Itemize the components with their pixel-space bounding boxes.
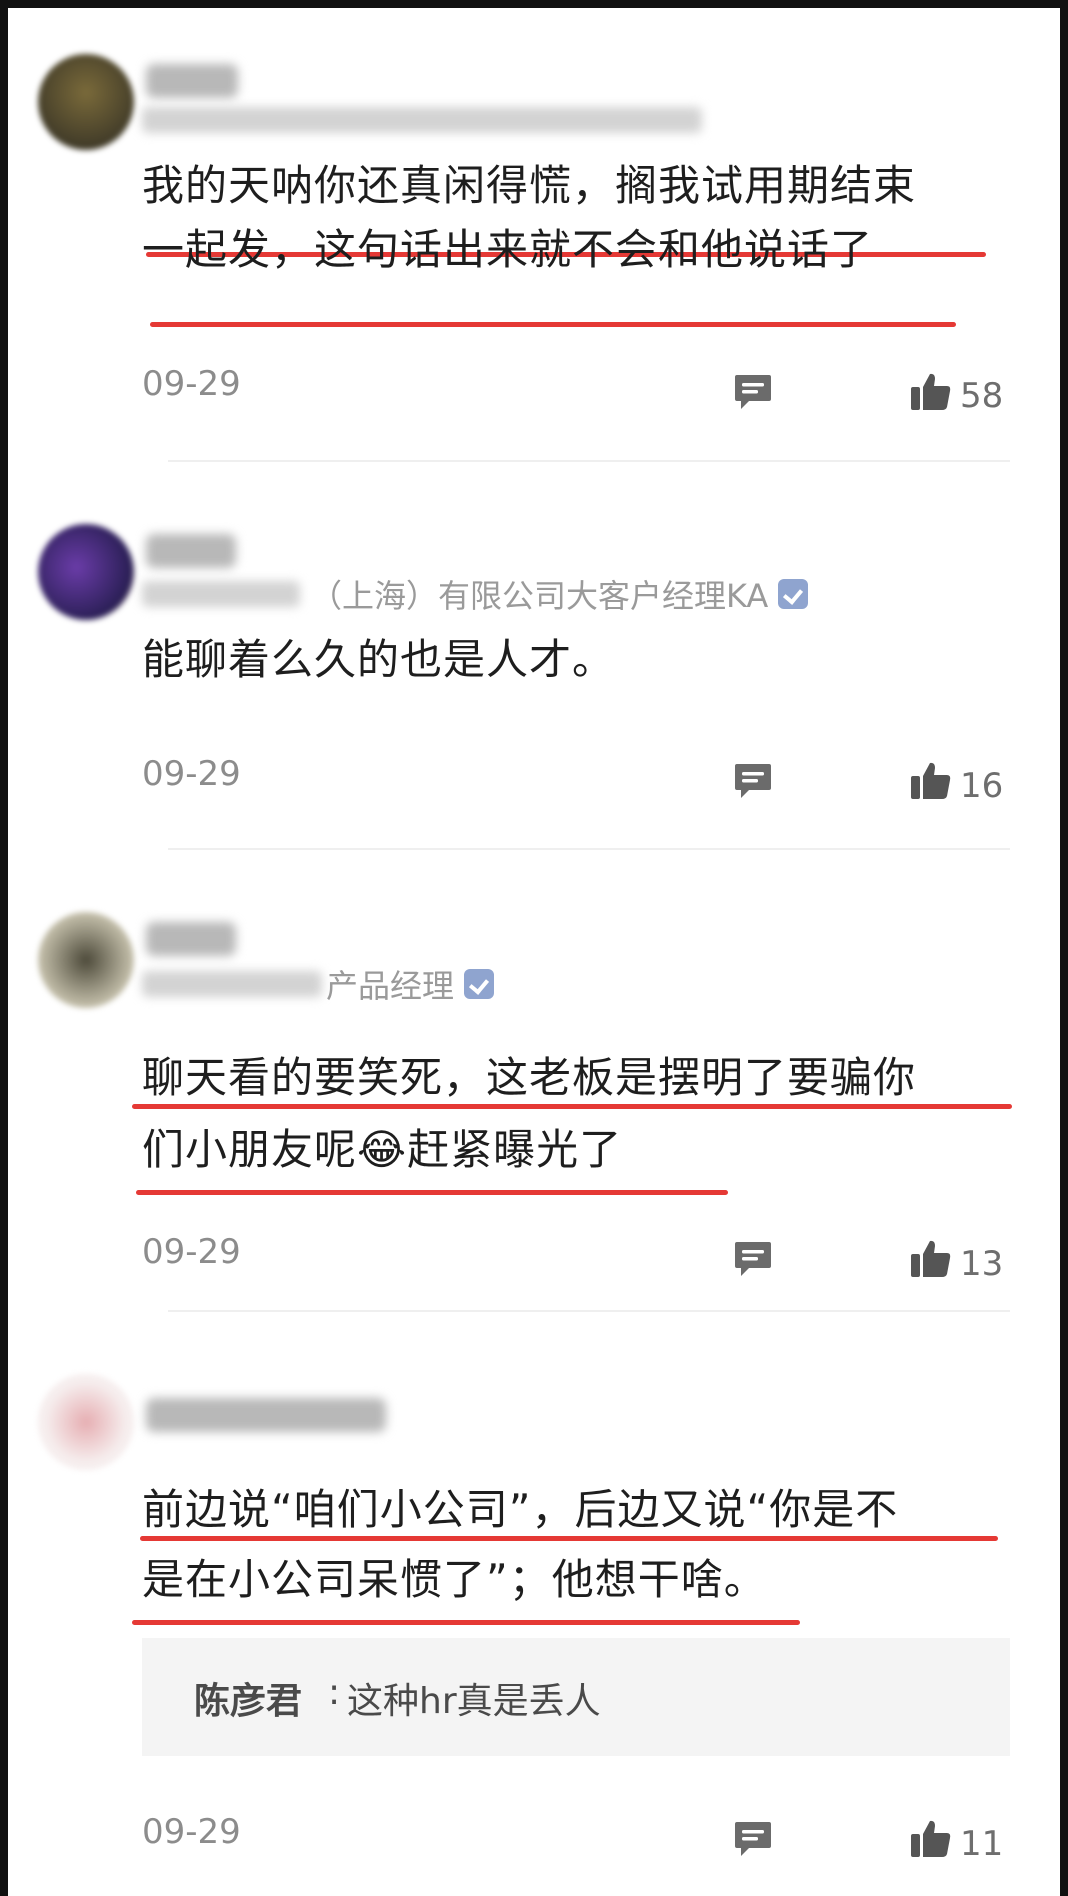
comment-text-line: 们小朋友呢😂赶紧曝光了 (142, 1125, 623, 1174)
comment-bubble-icon[interactable] (733, 373, 773, 411)
underline-mark (132, 1620, 800, 1625)
divider (168, 848, 1010, 850)
underline-mark (150, 322, 956, 327)
username[interactable] (146, 1398, 386, 1432)
comment-bubble-icon[interactable] (733, 1820, 773, 1858)
reply-author[interactable]: 陈彦君 (194, 1672, 302, 1724)
like-count: 11 (960, 1824, 1004, 1864)
reply-preview[interactable]: 陈彦君 : 这种hr真是丢人 (142, 1638, 1010, 1756)
username[interactable] (146, 64, 238, 98)
user-title: 产品经理 (142, 964, 495, 1005)
like-count: 13 (960, 1244, 1004, 1284)
avatar[interactable] (38, 54, 134, 150)
comment-text-line: 能聊着么久的也是人才。 (142, 635, 616, 684)
like-count: 58 (960, 376, 1004, 416)
thumbs-up-icon[interactable] (910, 372, 952, 412)
comment-text-line: 前边说“咱们小公司”，后边又说“你是不 (142, 1485, 899, 1534)
comment-text-line: 是在小公司呆惯了”；他想干啥。 (142, 1555, 767, 1604)
thumbs-up-icon[interactable] (910, 1819, 952, 1859)
verified-badge-icon (778, 579, 809, 609)
thumbs-up-icon[interactable] (910, 761, 952, 801)
comment-bubble-icon[interactable] (733, 762, 773, 800)
avatar[interactable] (38, 524, 134, 620)
underline-mark (136, 1190, 728, 1195)
thumbs-up-icon[interactable] (910, 1239, 952, 1279)
divider (168, 1310, 1010, 1312)
comment-text-line: 我的天呐你还真闲得慌，搁我试用期结束 (142, 161, 917, 210)
avatar[interactable] (38, 1374, 134, 1470)
comment-list: 我的天呐你还真闲得慌，搁我试用期结束 一起发，这句话出来就不会和他说话了 09-… (8, 8, 1060, 1896)
like-count: 16 (960, 766, 1004, 806)
comment-text-line: 聊天看的要笑死，这老板是摆明了要骗你 (142, 1053, 917, 1102)
comment-date: 09-29 (142, 1232, 241, 1272)
user-title: （上海）有限公司大客户经理KA (142, 574, 809, 615)
comment-bubble-icon[interactable] (733, 1240, 773, 1278)
comment-text-line: 一起发，这句话出来就不会和他说话了 (142, 225, 874, 274)
comment-date: 09-29 (142, 364, 241, 404)
divider (168, 460, 1010, 462)
username[interactable] (146, 922, 236, 956)
reply-text: 这种hr真是丢人 (347, 1681, 601, 1722)
underline-mark (132, 1104, 1012, 1109)
avatar[interactable] (38, 912, 134, 1008)
verified-badge-icon (464, 969, 495, 999)
user-title (142, 100, 702, 140)
username[interactable] (146, 534, 236, 568)
underline-mark (140, 1536, 998, 1541)
comment-date: 09-29 (142, 754, 241, 794)
comment-date: 09-29 (142, 1812, 241, 1852)
reply-separator: : (328, 1672, 341, 1713)
